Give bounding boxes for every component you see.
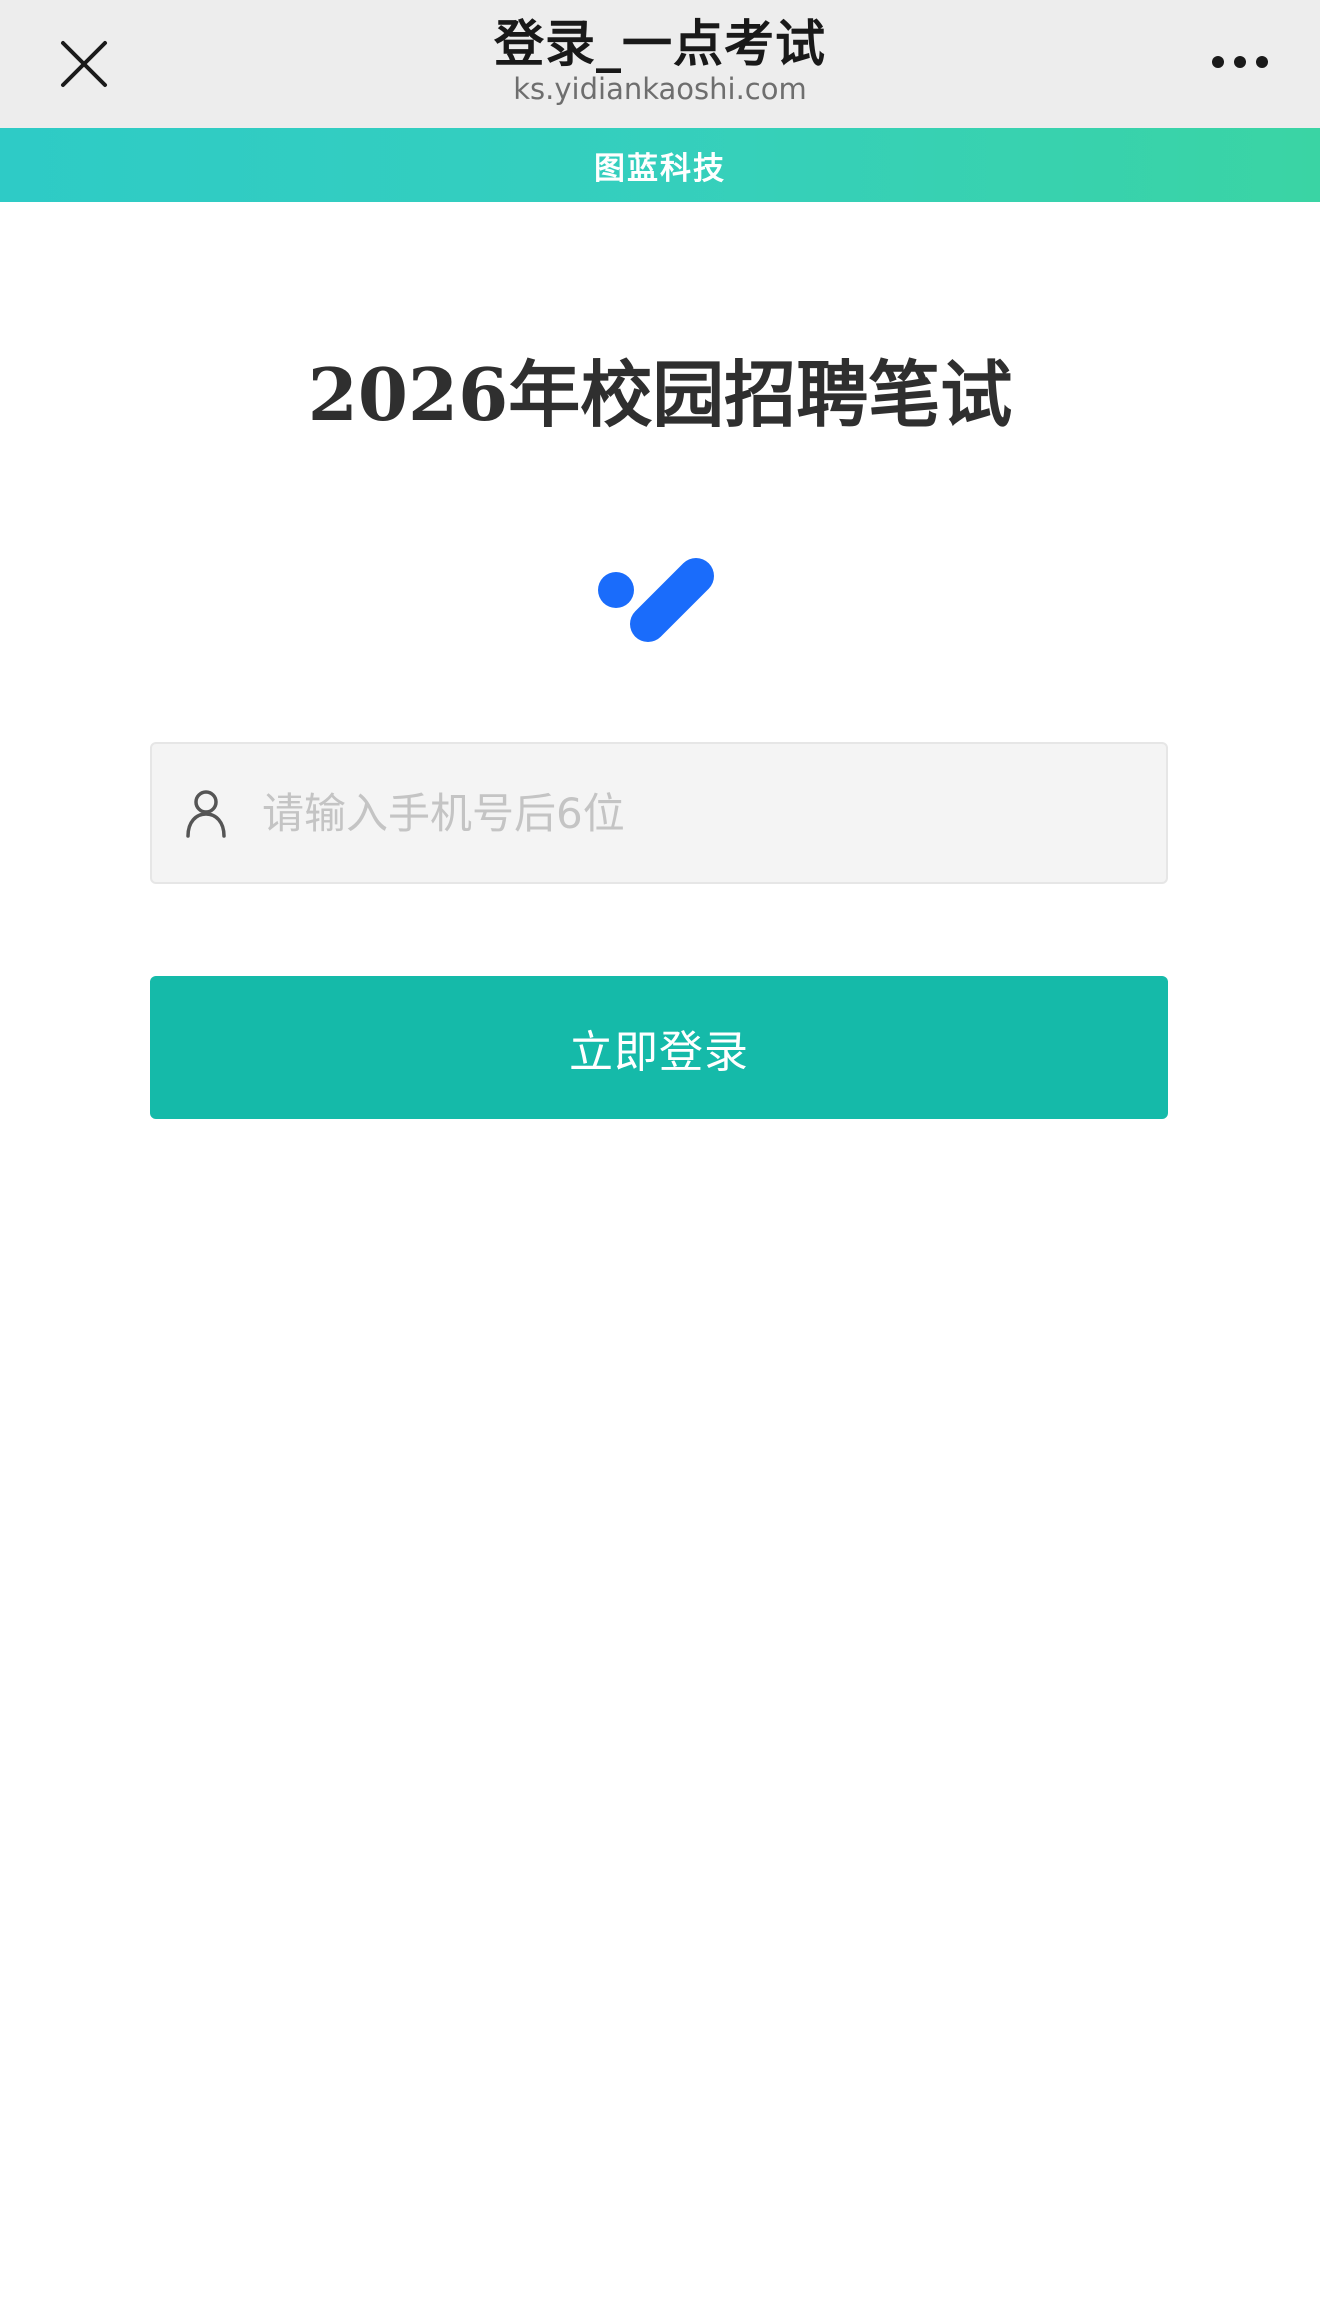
page-title: 登录_一点考试 [494,15,826,73]
user-icon [186,790,226,838]
phone-input[interactable] [260,772,1144,854]
title-area: 登录_一点考试 ks.yidiankaoshi.com [300,12,1020,106]
close-button[interactable] [50,30,118,98]
more-button[interactable] [1200,30,1280,94]
close-icon [61,41,107,87]
phone-field[interactable] [150,742,1168,884]
page-url: ks.yidiankaoshi.com [513,72,807,106]
banner-text: 图蓝科技 [594,150,726,187]
brand-banner: 图蓝科技 [0,128,1320,202]
login-button[interactable]: 立即登录 [150,976,1168,1119]
more-icon [1212,56,1268,68]
logo-icon [598,558,714,642]
browser-top-bar: 登录_一点考试 ks.yidiankaoshi.com [0,0,1320,128]
exam-title: 2026年校园招聘笔试 [307,352,1013,437]
